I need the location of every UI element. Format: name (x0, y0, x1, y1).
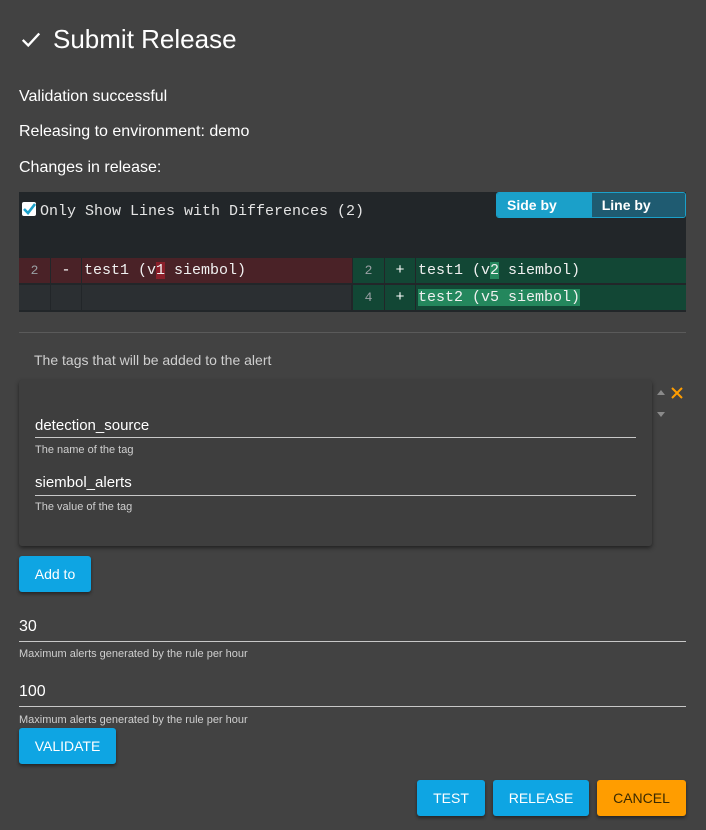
max-alerts-per-hour-input[interactable]: 100 (19, 683, 46, 701)
diff-sign: + (385, 285, 416, 310)
submit-release-dialog: Submit Release Validation successful Rel… (0, 0, 706, 830)
code-text: test1 (v (418, 262, 491, 279)
diff-code: test1 (v1 siembol) (82, 258, 352, 283)
view-mode-toggle: Side by Side Line by Line (496, 192, 686, 218)
tag-name-hint: The name of the tag (35, 444, 134, 456)
tag-value-underline (35, 495, 636, 496)
diff-sign: - (51, 258, 82, 283)
validation-status: Validation successful (19, 88, 168, 105)
tag-card: detection_source The name of the tag sie… (19, 380, 652, 546)
tags-heading: The tags that will be added to the alert (34, 352, 272, 368)
code-text: siembol) (499, 262, 581, 279)
max-alerts-per-hour-underline (19, 706, 686, 707)
move-up-icon[interactable] (657, 390, 665, 395)
close-icon[interactable] (670, 386, 684, 400)
diff-sign-empty (51, 285, 82, 310)
max-alerts-underline (19, 641, 686, 642)
add-tag-button[interactable]: Add to (19, 556, 91, 592)
line-number: 4 (353, 285, 385, 310)
release-button[interactable]: RELEASE (493, 780, 589, 816)
diff-viewer: Only Show Lines with Differences (2) Sid… (19, 192, 686, 312)
line-number-empty (19, 285, 51, 310)
tag-value-input[interactable]: siembol_alerts (35, 474, 132, 491)
only-differences-label[interactable]: Only Show Lines with Differences (2) (40, 198, 370, 226)
max-alerts-input[interactable]: 30 (19, 618, 37, 636)
section-divider (19, 332, 686, 333)
line-number: 2 (19, 258, 51, 283)
dialog-title-row: Submit Release (20, 24, 237, 54)
line-number: 2 (353, 258, 385, 283)
checkbox-check-icon (23, 203, 36, 215)
diff-code: test2 (v5 siembol) (416, 285, 686, 310)
diff-code: test1 (v2 siembol) (416, 258, 686, 283)
diff-row-inserted: 2 + test1 (v2 siembol) (353, 258, 686, 283)
code-changed-text: 2 (490, 262, 500, 279)
diff-row-deleted: 2 - test1 (v1 siembol) (19, 258, 352, 283)
tag-name-underline (35, 437, 636, 438)
only-differences-checkbox[interactable] (22, 202, 36, 216)
max-alerts-hint: Maximum alerts generated by the rule per… (19, 648, 248, 660)
tag-name-input[interactable]: detection_source (35, 417, 149, 434)
code-text: siembol) (165, 262, 247, 279)
test-button[interactable]: TEST (417, 780, 485, 816)
diff-header: Only Show Lines with Differences (2) Sid… (19, 192, 686, 257)
tag-value-hint: The value of the tag (35, 501, 133, 513)
release-environment: Releasing to environment: demo (19, 123, 250, 140)
validate-button[interactable]: VALIDATE (19, 728, 116, 764)
diff-row-inserted: 4 + test2 (v5 siembol) (353, 285, 686, 310)
view-line-by-line-button[interactable]: Line by Line (591, 193, 685, 217)
max-alerts-per-hour-hint: Maximum alerts generated by the rule per… (19, 714, 248, 726)
move-down-icon[interactable] (657, 412, 665, 417)
cancel-button[interactable]: CANCEL (597, 780, 686, 816)
changes-label: Changes in release: (19, 159, 162, 176)
diff-code-empty (82, 285, 352, 310)
code-text: test1 (v (84, 262, 157, 279)
diff-row-empty (19, 285, 352, 310)
dialog-title: Submit Release (53, 23, 237, 54)
check-icon (21, 32, 41, 48)
code-changed-text: 1 (156, 262, 166, 279)
diff-sign: + (385, 258, 416, 283)
code-changed-text: test2 (v5 siembol) (418, 289, 581, 306)
view-side-by-side-button[interactable]: Side by Side (497, 193, 592, 217)
